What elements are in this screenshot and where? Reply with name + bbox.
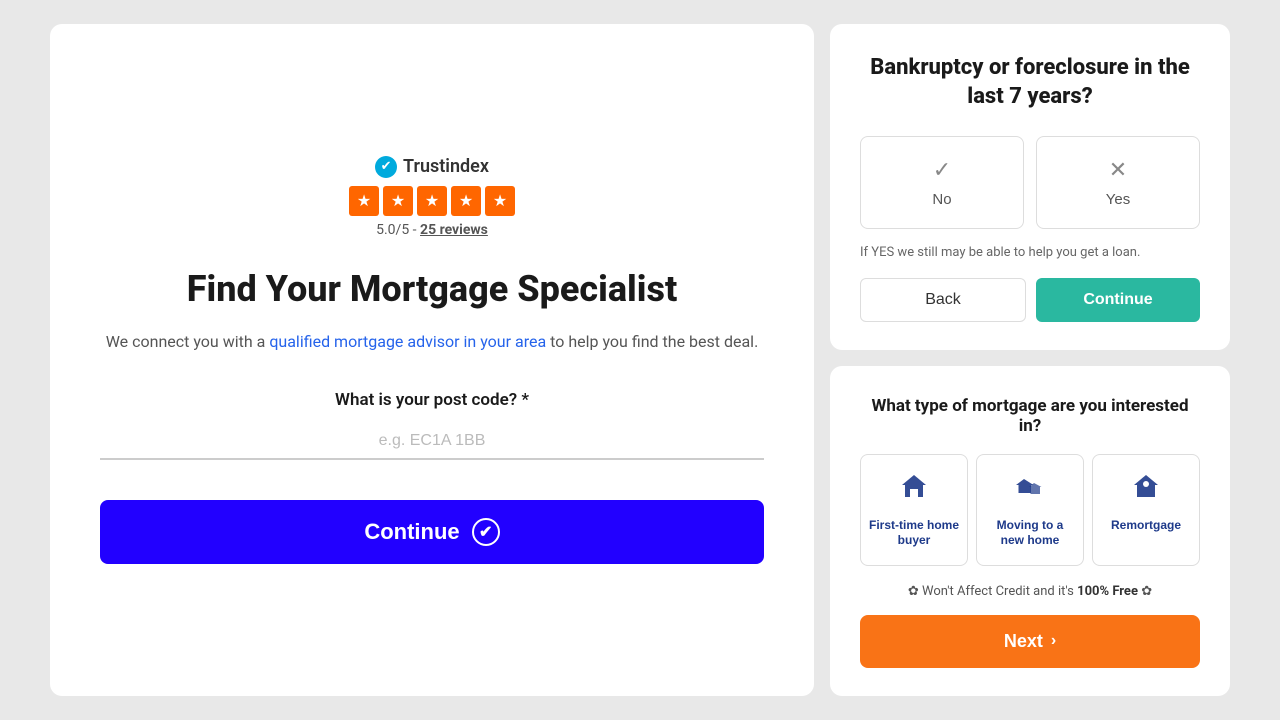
if-yes-text: If YES we still may be able to help you … (860, 245, 1200, 260)
continue-button[interactable]: Continue ✔ (100, 500, 764, 564)
house-icon-2 (1014, 471, 1046, 510)
trustindex-check-icon: ✔ (375, 156, 397, 178)
continue-check-icon: ✔ (472, 518, 500, 546)
bankruptcy-options-row: ✓ No ✕ Yes (860, 136, 1200, 229)
first-time-buyer-option[interactable]: First-time home buyer (860, 454, 968, 566)
mortgage-title: What type of mortgage are you interested… (860, 396, 1200, 436)
star-3: ★ (417, 186, 447, 216)
remortgage-label: Remortgage (1111, 518, 1181, 534)
yes-option-button[interactable]: ✕ Yes (1036, 136, 1200, 229)
reviews-link[interactable]: 25 reviews (420, 222, 488, 238)
bankruptcy-card: Bankruptcy or foreclosure in the last 7 … (830, 24, 1230, 349)
main-container: ✔ Trustindex ★ ★ ★ ★ ★ 5.0/5 - 25 review… (50, 24, 1230, 695)
star-2: ★ (383, 186, 413, 216)
stars-row: ★ ★ ★ ★ ★ (349, 186, 515, 216)
yes-label: Yes (1106, 191, 1130, 208)
trustindex-name: Trustindex (403, 156, 489, 177)
next-button-label: Next (1004, 631, 1043, 652)
star-4: ★ (451, 186, 481, 216)
arrow-icon: › (1051, 632, 1056, 650)
free-text-bold: 100% Free (1077, 584, 1138, 599)
free-text: ✿ Won't Affect Credit and it's 100% Free… (860, 584, 1200, 599)
right-panel: Bankruptcy or foreclosure in the last 7 … (830, 24, 1230, 695)
bankruptcy-title: Bankruptcy or foreclosure in the last 7 … (860, 54, 1200, 111)
house-icon-3 (1130, 471, 1162, 510)
no-option-button[interactable]: ✓ No (860, 136, 1024, 229)
next-button[interactable]: Next › (860, 615, 1200, 668)
back-button[interactable]: Back (860, 278, 1026, 322)
star-1: ★ (349, 186, 379, 216)
first-time-label: First-time home buyer (869, 518, 959, 549)
continue-button-sm[interactable]: Continue (1036, 278, 1200, 322)
house-icon-1 (898, 471, 930, 510)
back-continue-row: Back Continue (860, 278, 1200, 322)
reviews-text: 5.0/5 - 25 reviews (376, 222, 488, 238)
postcode-input-wrapper (100, 424, 764, 460)
postcode-label: What is your post code? * (100, 390, 764, 410)
mortgage-card: What type of mortgage are you interested… (830, 366, 1230, 696)
moving-label: Moving to a new home (985, 518, 1075, 549)
left-panel: ✔ Trustindex ★ ★ ★ ★ ★ 5.0/5 - 25 review… (50, 24, 814, 695)
checkmark-icon: ✓ (933, 157, 951, 183)
no-label: No (932, 191, 951, 208)
page-headline: Find Your Mortgage Specialist (187, 268, 677, 311)
mortgage-options: First-time home buyer Moving to a new ho… (860, 454, 1200, 566)
trustindex-logo: ✔ Trustindex (375, 156, 489, 178)
cross-icon: ✕ (1109, 157, 1127, 183)
moving-option[interactable]: Moving to a new home (976, 454, 1084, 566)
star-5: ★ (485, 186, 515, 216)
page-description: We connect you with a qualified mortgage… (106, 329, 759, 355)
postcode-input[interactable] (100, 424, 764, 460)
remortgage-option[interactable]: Remortgage (1092, 454, 1200, 566)
continue-button-label: Continue (364, 519, 459, 545)
